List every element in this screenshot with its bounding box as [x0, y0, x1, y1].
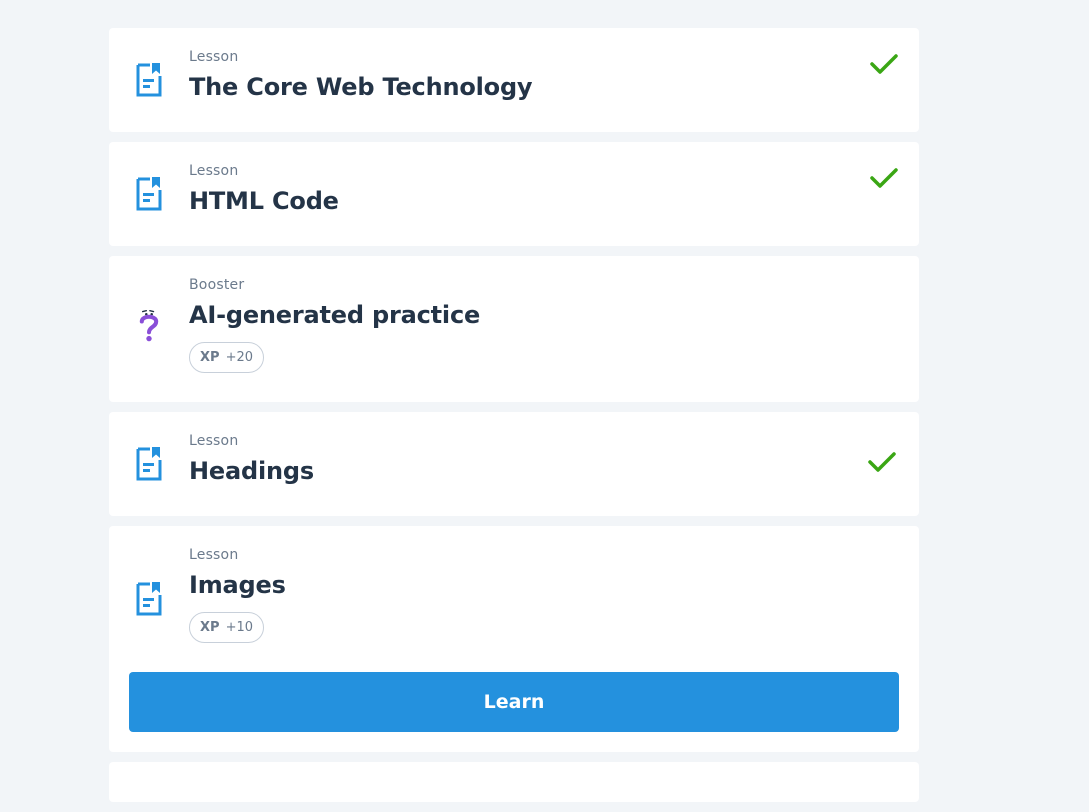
lesson-title: The Core Web Technology [189, 73, 533, 101]
checkmark-icon [868, 452, 896, 472]
lesson-type-label: Booster [189, 277, 245, 293]
booster-card-ai-practice[interactable]: Booster AI-generated practice XP +20 [109, 256, 919, 402]
lesson-type-label: Lesson [189, 547, 239, 563]
lesson-card-images[interactable]: Lesson Images XP +10 Learn [109, 526, 919, 752]
lesson-card-next[interactable] [109, 762, 919, 802]
lesson-card-html-code[interactable]: Lesson HTML Code [109, 142, 919, 246]
lesson-doc-icon [136, 447, 162, 481]
xp-badge: XP +20 [189, 342, 264, 373]
lesson-list: Lesson The Core Web Technology Lesson HT… [109, 28, 919, 812]
lesson-doc-icon [136, 63, 162, 97]
lesson-title: Headings [189, 457, 314, 485]
lesson-type-label: Lesson [189, 433, 239, 449]
learn-button[interactable]: Learn [129, 672, 899, 732]
lesson-doc-icon [136, 177, 162, 211]
question-mark-icon [139, 309, 159, 342]
xp-badge: XP +10 [189, 612, 264, 643]
checkmark-icon [870, 168, 898, 188]
lesson-card-core-web-technology[interactable]: Lesson The Core Web Technology [109, 28, 919, 132]
xp-label: XP [200, 620, 220, 635]
lesson-card-headings[interactable]: Lesson Headings [109, 412, 919, 516]
lesson-type-label: Lesson [189, 163, 239, 179]
lesson-type-label: Lesson [189, 49, 239, 65]
lesson-title: AI-generated practice [189, 301, 481, 329]
xp-label: XP [200, 350, 220, 365]
lesson-doc-icon [136, 582, 162, 616]
checkmark-icon [870, 54, 898, 74]
xp-value: +20 [225, 350, 253, 365]
xp-value: +10 [225, 620, 253, 635]
lesson-title: HTML Code [189, 187, 339, 215]
lesson-title: Images [189, 571, 286, 599]
